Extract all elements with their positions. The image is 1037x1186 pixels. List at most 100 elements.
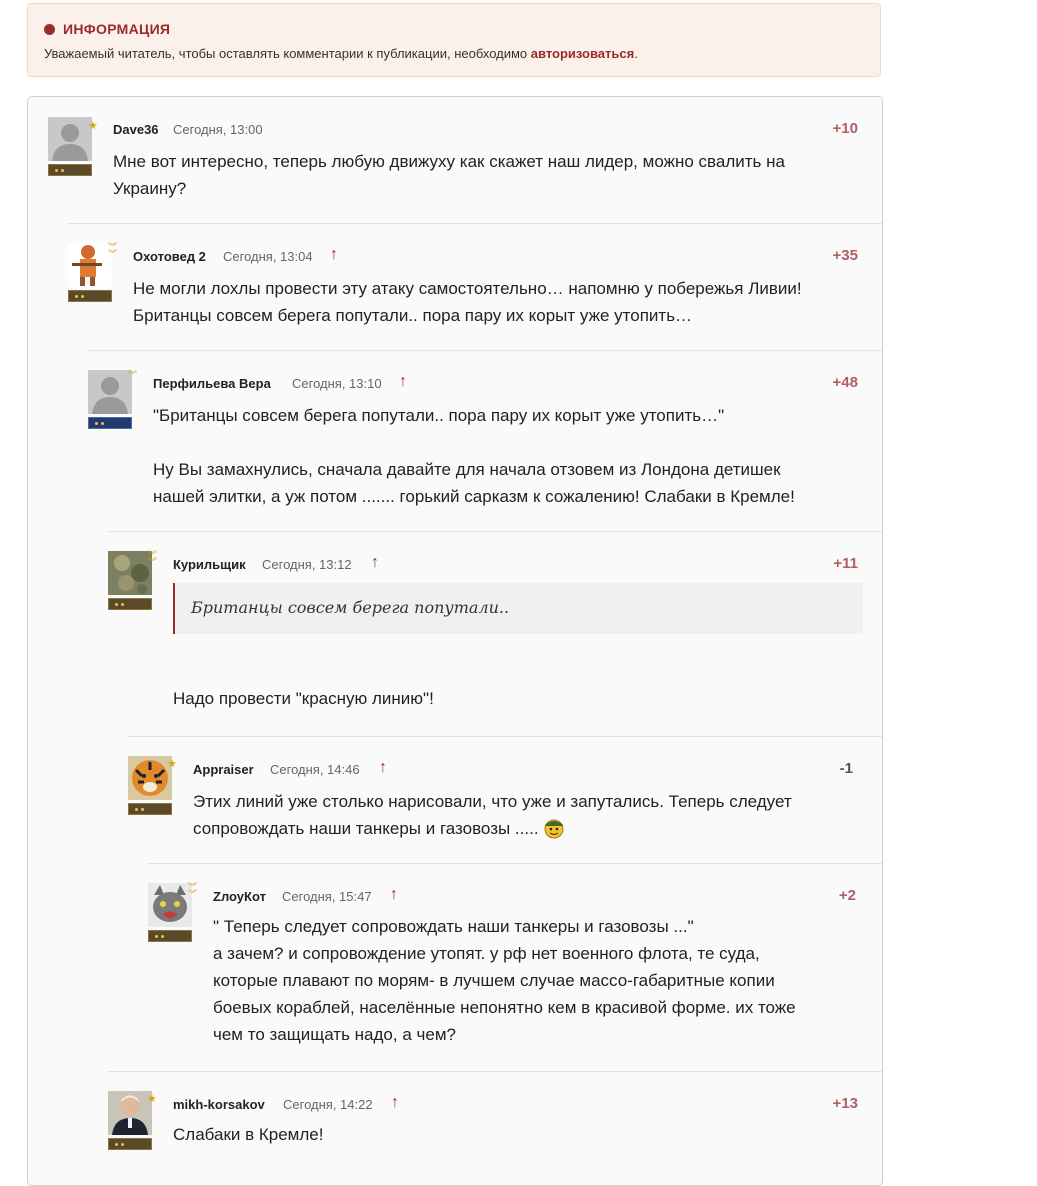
comment-line: Британцы совсем берега попутали.. пора п… bbox=[133, 306, 693, 325]
comment-author[interactable]: Appraiser bbox=[193, 762, 254, 777]
comment: ︾ Перфильева Вера Сегодня, 13:10 ↑ +48 "… bbox=[88, 350, 882, 532]
comment-line: "Британцы совсем берега попутали.. пора … bbox=[153, 406, 725, 425]
comment-author[interactable]: Курильщик bbox=[173, 557, 246, 572]
rank-chevron-icon: ︾ bbox=[127, 370, 137, 380]
info-text-after: . bbox=[634, 46, 638, 61]
smiley-soldier-emoji-icon bbox=[544, 819, 564, 839]
comment-author[interactable]: Перфильева Вера bbox=[153, 376, 271, 391]
avatar[interactable] bbox=[148, 883, 192, 927]
rank-badge bbox=[108, 598, 152, 610]
quoted-text: Британцы совсем берега попутали.. bbox=[173, 583, 863, 634]
camouflage-avatar-icon bbox=[108, 551, 152, 595]
comment-score: -1 bbox=[839, 760, 853, 777]
default-avatar-icon bbox=[48, 117, 92, 161]
comment-author[interactable]: Охотовед 2 bbox=[133, 249, 206, 264]
comment-line: Не могли лохлы провести эту атаку самост… bbox=[133, 279, 802, 298]
comment: ★ Dave36 Сегодня, 13:00 +10 Мне вот инте… bbox=[28, 97, 882, 224]
comment-time[interactable]: Сегодня, 13:00 bbox=[173, 122, 263, 137]
avatar[interactable] bbox=[128, 756, 172, 800]
reply-to-parent-icon[interactable]: ↑ bbox=[399, 374, 407, 390]
comment-author[interactable]: mikh-korsakov bbox=[173, 1097, 265, 1112]
comment-line: Украину? bbox=[113, 179, 187, 198]
comment-text: Слабаки в Кремле! bbox=[173, 1121, 863, 1148]
rank-badge bbox=[88, 417, 132, 429]
comment-text: Мне вот интересно, теперь любую движуху … bbox=[113, 148, 853, 202]
comments-list: ★ Dave36 Сегодня, 13:00 +10 Мне вот инте… bbox=[27, 96, 883, 1186]
rank-badge bbox=[148, 930, 192, 942]
comment-line: Мне вот интересно, теперь любую движуху … bbox=[113, 152, 785, 171]
rank-badge bbox=[48, 164, 92, 176]
avatar[interactable] bbox=[48, 117, 92, 161]
reply-to-parent-icon[interactable]: ↑ bbox=[391, 1095, 399, 1111]
info-dot-icon bbox=[44, 24, 55, 35]
comment-text: Этих линий уже столько нарисовали, что у… bbox=[193, 788, 873, 842]
comment-separator bbox=[128, 736, 882, 737]
reply-to-parent-icon[interactable]: ↑ bbox=[390, 887, 398, 903]
comment-line: нашей элитки, а уж потом ....... горький… bbox=[153, 487, 795, 506]
default-avatar-icon bbox=[88, 370, 132, 414]
info-box: ИНФОРМАЦИЯ Уважаемый читатель, чтобы ост… bbox=[27, 3, 881, 77]
comment-time[interactable]: Сегодня, 13:12 bbox=[262, 557, 352, 572]
rank-chevron-icon: ︾ ︾ bbox=[107, 242, 117, 259]
comment-time[interactable]: Сегодня, 14:22 bbox=[283, 1097, 373, 1112]
comment: ︾ ︾ Курильщик Сегодня, 13:12 ↑ +11 Британ… bbox=[108, 531, 882, 737]
comment-author[interactable]: ZлоуКот bbox=[213, 889, 266, 904]
comment-score: +11 bbox=[833, 555, 858, 572]
info-title: ИНФОРМАЦИЯ bbox=[63, 21, 171, 37]
reply-to-parent-icon[interactable]: ↑ bbox=[371, 555, 379, 571]
comment-line: Этих линий уже столько нарисовали, что у… bbox=[193, 792, 792, 811]
avatar[interactable] bbox=[68, 243, 112, 287]
comment-separator bbox=[148, 863, 882, 864]
comment-score: +48 bbox=[832, 374, 858, 391]
cartoon-hunter-avatar-icon bbox=[68, 243, 112, 287]
star-icon: ★ bbox=[147, 1093, 157, 1105]
comment-line: боевых кораблей, населённые непонятно ке… bbox=[213, 998, 796, 1017]
comment-text: Не могли лохлы провести эту атаку самост… bbox=[133, 275, 873, 329]
comment-separator bbox=[108, 1071, 882, 1072]
comment-line: Надо провести "красную линию"! bbox=[173, 689, 434, 708]
comment-line: " Теперь следует сопровождать наши танке… bbox=[213, 917, 694, 936]
tiger-avatar-icon bbox=[128, 756, 172, 800]
comment-time[interactable]: Сегодня, 13:04 bbox=[223, 249, 313, 264]
comment-line: а зачем? и сопровождение утопят. у рф не… bbox=[213, 944, 760, 963]
comment-line: чем то защищать надо, а чем? bbox=[213, 1025, 456, 1044]
avatar[interactable] bbox=[88, 370, 132, 414]
comment-line-text: сопровождать наши танкеры и газовозы ...… bbox=[193, 819, 539, 838]
avatar[interactable] bbox=[108, 551, 152, 595]
rank-badge bbox=[68, 290, 112, 302]
rank-chevron-icon: ︾ ︾ bbox=[187, 882, 197, 899]
info-text: Уважаемый читатель, чтобы оставлять комм… bbox=[44, 46, 638, 61]
comment-score: +35 bbox=[832, 247, 858, 264]
comment-line-blank bbox=[153, 429, 873, 456]
login-link[interactable]: авторизоваться bbox=[531, 46, 634, 61]
star-icon: ★ bbox=[167, 758, 177, 770]
comment-line: которые плавают по морям- в лучшем случа… bbox=[213, 971, 775, 990]
comment: ︾ ︾ ZлоуКот Сегодня, 15:47 ↑ +2 " Теперь … bbox=[148, 863, 882, 1072]
comment-separator bbox=[68, 223, 882, 224]
comment-line: сопровождать наши танкеры и газовозы ...… bbox=[193, 815, 873, 842]
comment-text: Надо провести "красную линию"! bbox=[173, 685, 863, 712]
comment-time[interactable]: Сегодня, 15:47 bbox=[282, 889, 372, 904]
comment: ★ Appraiser Сегодня, 14:46 ↑ -1 Этих лин… bbox=[128, 736, 882, 864]
comment-text: "Британцы совсем берега попутали.. пора … bbox=[153, 402, 873, 510]
comment-text: " Теперь следует сопровождать наши танке… bbox=[213, 913, 873, 1048]
info-text-before: Уважаемый читатель, чтобы оставлять комм… bbox=[44, 46, 531, 61]
comment-line: Слабаки в Кремле! bbox=[173, 1125, 324, 1144]
comment-line: Ну Вы замахнулись, сначала давайте для н… bbox=[153, 460, 781, 479]
comment-time[interactable]: Сегодня, 13:10 bbox=[292, 376, 382, 391]
comment-score: +10 bbox=[832, 120, 858, 137]
comment-separator bbox=[108, 531, 882, 532]
reply-to-parent-icon[interactable]: ↑ bbox=[330, 247, 338, 263]
man-portrait-avatar-icon bbox=[108, 1091, 152, 1135]
comment-author[interactable]: Dave36 bbox=[113, 122, 159, 137]
comment-score: +13 bbox=[832, 1095, 858, 1112]
rank-badge bbox=[108, 1138, 152, 1150]
star-icon: ★ bbox=[88, 120, 98, 132]
comment: ︾ ︾ Охотовед 2 Сегодня, 13:04 ↑ +35 Не мо… bbox=[68, 223, 882, 351]
rank-badge bbox=[128, 803, 172, 815]
comment-separator bbox=[88, 350, 882, 351]
rank-chevron-icon: ︾ ︾ bbox=[147, 550, 157, 567]
avatar[interactable] bbox=[108, 1091, 152, 1135]
comment-time[interactable]: Сегодня, 14:46 bbox=[270, 762, 360, 777]
reply-to-parent-icon[interactable]: ↑ bbox=[379, 760, 387, 776]
